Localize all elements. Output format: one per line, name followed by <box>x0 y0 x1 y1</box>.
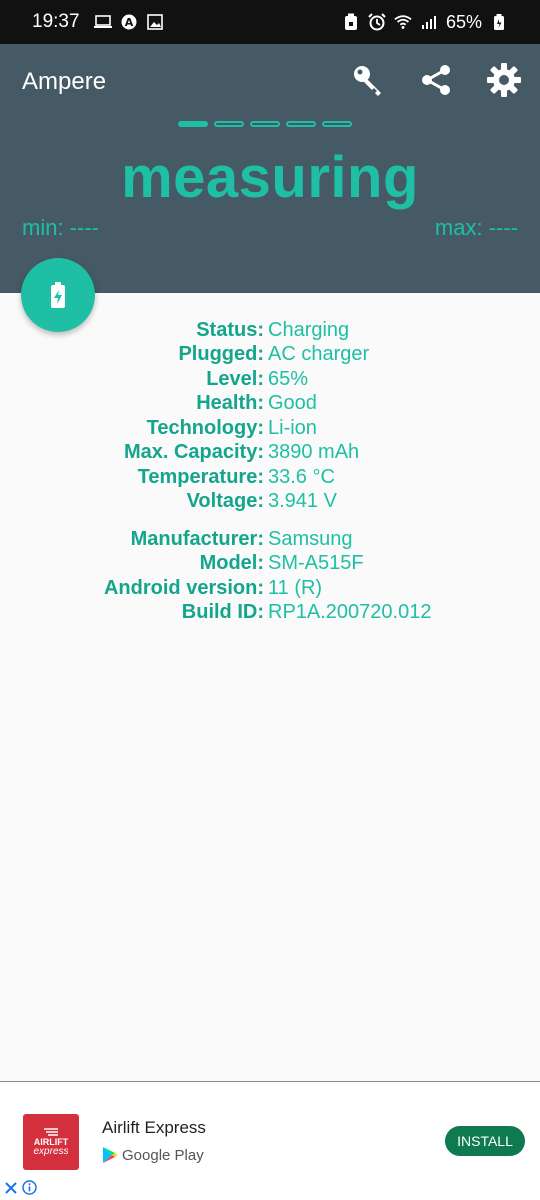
info-label: Plugged: <box>178 343 264 366</box>
install-button[interactable]: INSTALL <box>445 1126 525 1156</box>
page-dot[interactable] <box>322 121 352 127</box>
info-label: Health: <box>196 392 264 415</box>
info-value: RP1A.200720.012 <box>268 601 432 624</box>
info-row-model: Model: SM-A515F <box>0 552 540 577</box>
share-icon <box>422 65 450 95</box>
info-label: Max. Capacity: <box>123 441 264 464</box>
key-icon <box>354 66 381 96</box>
laptop-icon <box>93 13 112 31</box>
info-label: Technology: <box>146 416 264 439</box>
info-row-manufacturer: Manufacturer: Samsung <box>0 527 540 552</box>
signal-icon <box>420 13 438 31</box>
info-value: 3.941 V <box>268 490 337 513</box>
page-dot[interactable] <box>250 121 280 127</box>
advertiser-logo: AIRLIFT express <box>23 1114 79 1170</box>
info-label: Temperature: <box>137 465 264 488</box>
min-value: min: ---- <box>22 215 99 240</box>
close-icon[interactable] <box>4 1181 18 1195</box>
info-label: Manufacturer: <box>130 527 264 550</box>
info-value: Charging <box>268 318 350 341</box>
info-value: 33.6 °C <box>268 465 335 488</box>
info-row-build-id: Build ID: RP1A.200720.012 <box>0 601 540 626</box>
battery-info-list: Status: Charging Plugged: AC charger Lev… <box>0 318 540 625</box>
settings-icon <box>487 63 521 97</box>
google-play-icon <box>103 1147 118 1163</box>
battery-fab-button[interactable] <box>21 258 95 332</box>
info-row-capacity: Max. Capacity: 3890 mAh <box>0 441 540 466</box>
info-value: SM-A515F <box>268 552 364 575</box>
battery-charging-icon <box>51 282 65 308</box>
info-label: Level: <box>206 367 264 390</box>
measurement-header: Ampere measuring min: ---- max: ---- <box>0 44 540 293</box>
info-value: AC charger <box>268 343 370 366</box>
ad-title: Airlift Express <box>102 1118 206 1137</box>
wifi-icon <box>394 13 412 31</box>
info-row-temperature: Temperature: 33.6 °C <box>0 465 540 490</box>
ad-store: Google Play <box>102 1146 204 1164</box>
logo-subtext: express <box>33 1146 69 1157</box>
info-value: Samsung <box>268 527 353 550</box>
toolbar-actions <box>346 58 526 102</box>
info-label: Voltage: <box>186 490 264 513</box>
key-button[interactable] <box>346 58 390 102</box>
info-row-health: Health: Good <box>0 392 540 417</box>
share-button[interactable] <box>414 58 458 102</box>
info-value: 11 (R) <box>268 576 323 599</box>
ad-banner[interactable]: AIRLIFT express Airlift Express Google P… <box>0 1081 540 1200</box>
max-value: max: ---- <box>434 215 518 240</box>
alarm-icon <box>368 13 386 31</box>
page-dot[interactable] <box>178 121 208 127</box>
info-row-level: Level: 65% <box>0 367 540 392</box>
info-label: Model: <box>199 552 264 575</box>
info-row-technology: Technology: Li-ion <box>0 416 540 441</box>
page-indicator <box>178 121 352 127</box>
page-dot[interactable] <box>286 121 316 127</box>
min-max-row: min: ---- max: ---- <box>22 215 518 241</box>
wing-logo-icon <box>44 1128 58 1136</box>
app-title: Ampere <box>22 68 107 95</box>
info-value: Li-ion <box>268 416 317 439</box>
ad-controls <box>4 1180 37 1195</box>
svg-text:A: A <box>124 16 133 29</box>
battery-lock-icon <box>342 13 360 31</box>
info-row-voltage: Voltage: 3.941 V <box>0 490 540 515</box>
info-value: 65% <box>268 367 309 390</box>
measurement-value: measuring <box>121 145 419 210</box>
status-bar: 19:37 A 65% <box>0 0 540 44</box>
page-dot[interactable] <box>214 121 244 127</box>
status-time: 19:37 <box>32 11 80 32</box>
info-label: Build ID: <box>181 601 264 624</box>
store-name: Google Play <box>122 1146 204 1164</box>
settings-button[interactable] <box>482 58 526 102</box>
info-value: 3890 mAh <box>268 441 360 464</box>
battery-icon <box>490 13 508 31</box>
a-badge-icon: A <box>120 13 138 31</box>
battery-percent: 65% <box>445 11 482 32</box>
info-label: Android version: <box>103 576 264 599</box>
info-row-plugged: Plugged: AC charger <box>0 343 540 368</box>
info-row-android-version: Android version: 11 (R) <box>0 576 540 601</box>
info-icon[interactable] <box>22 1180 37 1195</box>
info-value: Good <box>268 392 317 415</box>
image-icon <box>146 13 164 31</box>
